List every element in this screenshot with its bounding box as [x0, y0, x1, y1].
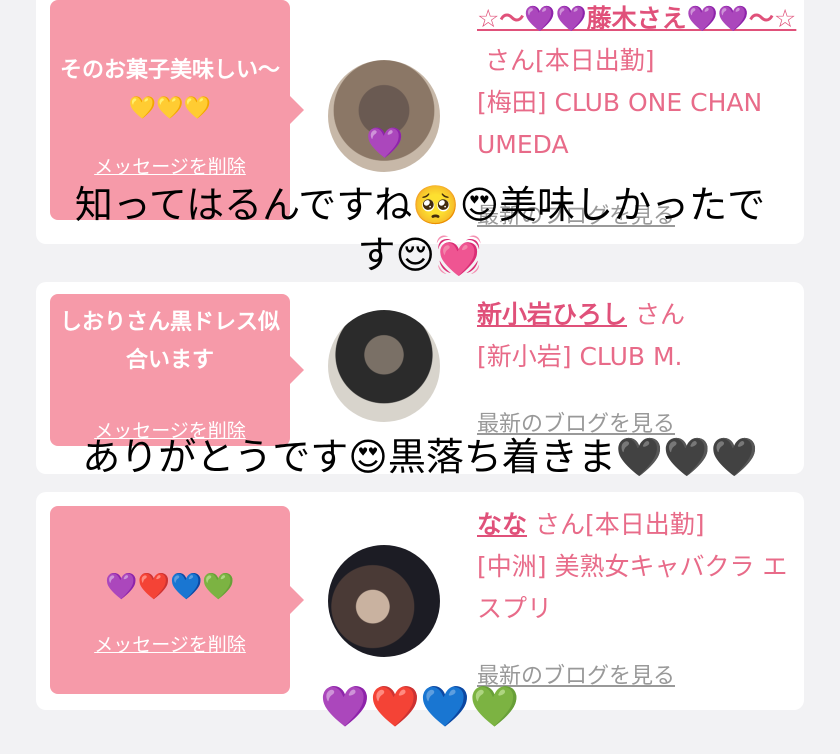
- cast-name-link[interactable]: 新小岩ひろし: [477, 300, 627, 329]
- cast-name-link[interactable]: なな: [477, 510, 527, 539]
- message-bubble: 💜❤️💙💚 メッセージを削除: [50, 506, 304, 694]
- cast-info: ☆〜💜💜藤木さえ💜💜〜☆ さん[本日出勤] [梅田] CLUB ONE CHAN …: [477, 0, 797, 166]
- heart-sticker-icon: 💜: [366, 126, 404, 161]
- delete-message-link[interactable]: メッセージを削除: [50, 152, 290, 179]
- caption-line-1: 知ってはるんですね🥺😍美味しかったで: [74, 183, 766, 227]
- message-text: そのお菓子美味しい〜💛💛💛: [60, 58, 281, 121]
- cast-name-link[interactable]: ☆〜💜💜藤木さえ💜💜〜☆: [477, 4, 796, 33]
- avatar[interactable]: [328, 310, 440, 422]
- message-text: 💜❤️💙💚: [105, 572, 235, 602]
- shop-name: [梅田] CLUB ONE CHAN UMEDA: [477, 88, 763, 159]
- cast-status: さん[本日出勤]: [485, 46, 655, 75]
- caption-line-2: す😌💓: [357, 233, 483, 277]
- avatar[interactable]: [328, 545, 440, 657]
- message-bubble: しおりさん黒ドレス似合います メッセージを削除: [50, 294, 304, 446]
- caption-hearts: 💜❤️💙💚: [320, 684, 520, 730]
- shop-name: [中洲] 美熟女キャバクラ エスプリ: [477, 552, 788, 623]
- shop-name: [新小岩] CLUB M.: [477, 342, 683, 371]
- cast-status: さん: [635, 300, 686, 329]
- avatar[interactable]: 💜: [328, 60, 440, 172]
- cast-info: なな さん[本日出勤] [中洲] 美熟女キャバクラ エスプリ: [477, 504, 797, 630]
- message-text: しおりさん黒ドレス似合います: [60, 310, 281, 373]
- message-card: 💜❤️💙💚 メッセージを削除 なな さん[本日出勤] [中洲] 美熟女キャバクラ …: [36, 492, 804, 710]
- caption-line-3: ありがとうです😍黒落ち着きま🖤🖤🖤: [82, 435, 758, 479]
- cast-info: 新小岩ひろし さん [新小岩] CLUB M.: [477, 294, 797, 378]
- cast-status: さん[本日出勤]: [535, 510, 705, 539]
- delete-message-link[interactable]: メッセージを削除: [50, 630, 290, 657]
